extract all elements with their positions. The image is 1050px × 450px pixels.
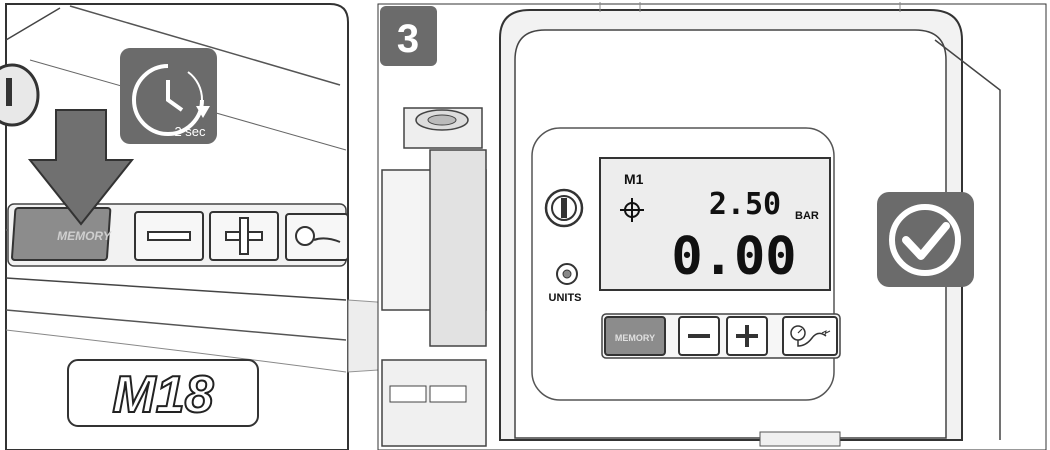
lcd-screen: M1 2.50 BAR 0.00 <box>599 157 831 291</box>
current-pressure-value: 0.00 <box>671 227 796 287</box>
button-row: MEMORY <box>601 313 841 359</box>
power-icon <box>561 198 567 218</box>
closeup-button-row: MEMORY <box>7 203 349 267</box>
closeup-plus-button[interactable] <box>209 211 279 261</box>
memory-button-label: MEMORY <box>615 333 655 343</box>
brand-logo: M18 <box>112 366 213 424</box>
closeup-gauge-button[interactable] <box>285 213 349 261</box>
pressure-unit: BAR <box>795 210 819 222</box>
memory-slot-indicator: M1 <box>624 171 644 187</box>
closeup-memory-label: MEMORY <box>57 229 112 243</box>
units-button[interactable] <box>556 263 578 285</box>
step-number: 3 <box>397 17 419 61</box>
target-pressure-value: 2.50 <box>709 187 781 222</box>
memory-button[interactable]: MEMORY <box>604 316 666 356</box>
closeup-minus-button[interactable] <box>134 211 204 261</box>
step-badge: 3 <box>380 6 437 66</box>
power-button[interactable] <box>544 188 584 228</box>
closeup-brand-plate: M18 <box>67 359 259 427</box>
plus-button[interactable] <box>726 316 768 356</box>
timer-badge: 2 sec <box>120 48 217 144</box>
illustration: MEMORY M18 2 sec M1 2.50 BAR 0.00 UNITS … <box>0 2 1047 450</box>
device-panel: M1 2.50 BAR 0.00 UNITS MEMORY 3 <box>377 2 1047 450</box>
closeup-panel: MEMORY M18 2 sec <box>0 3 349 450</box>
minus-button[interactable] <box>678 316 720 356</box>
confirm-badge <box>877 192 974 287</box>
closeup-memory-button[interactable]: MEMORY <box>11 207 112 261</box>
gauge-button[interactable] <box>782 316 838 356</box>
timer-label: 2 sec <box>174 124 206 139</box>
units-label: UNITS <box>549 292 582 304</box>
